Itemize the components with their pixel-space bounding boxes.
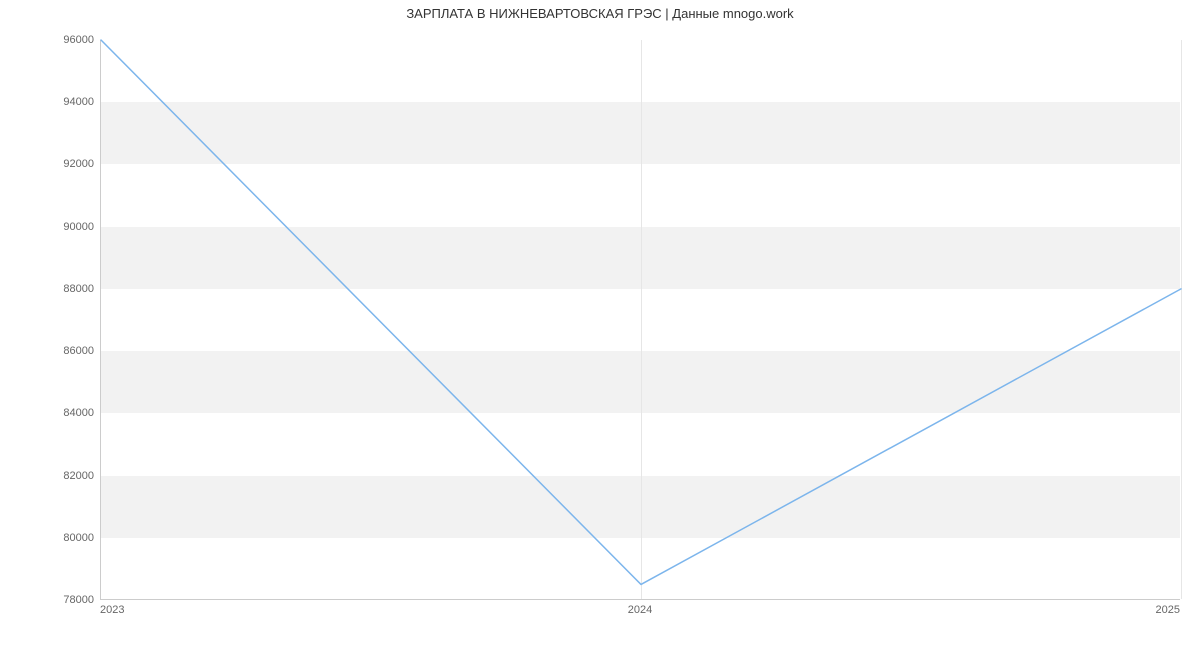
plot-area (100, 40, 1180, 600)
y-tick-label: 88000 (4, 283, 94, 295)
x-tick-label: 2023 (100, 604, 124, 616)
y-tick-label: 80000 (4, 532, 94, 544)
x-tick-label: 2025 (1156, 604, 1180, 616)
y-tick-label: 86000 (4, 345, 94, 357)
x-gridline (1181, 40, 1182, 599)
chart-container: ЗАРПЛАТА В НИЖНЕВАРТОВСКАЯ ГРЭС | Данные… (0, 0, 1200, 650)
chart-title: ЗАРПЛАТА В НИЖНЕВАРТОВСКАЯ ГРЭС | Данные… (0, 6, 1200, 21)
y-tick-label: 90000 (4, 221, 94, 233)
y-tick-label: 96000 (4, 34, 94, 46)
y-tick-label: 94000 (4, 96, 94, 108)
x-tick-label: 2024 (628, 604, 652, 616)
y-tick-label: 92000 (4, 158, 94, 170)
y-tick-label: 84000 (4, 407, 94, 419)
y-tick-label: 82000 (4, 470, 94, 482)
series-line-salary (101, 40, 1181, 584)
y-tick-label: 78000 (4, 594, 94, 606)
line-series-svg (101, 40, 1180, 599)
